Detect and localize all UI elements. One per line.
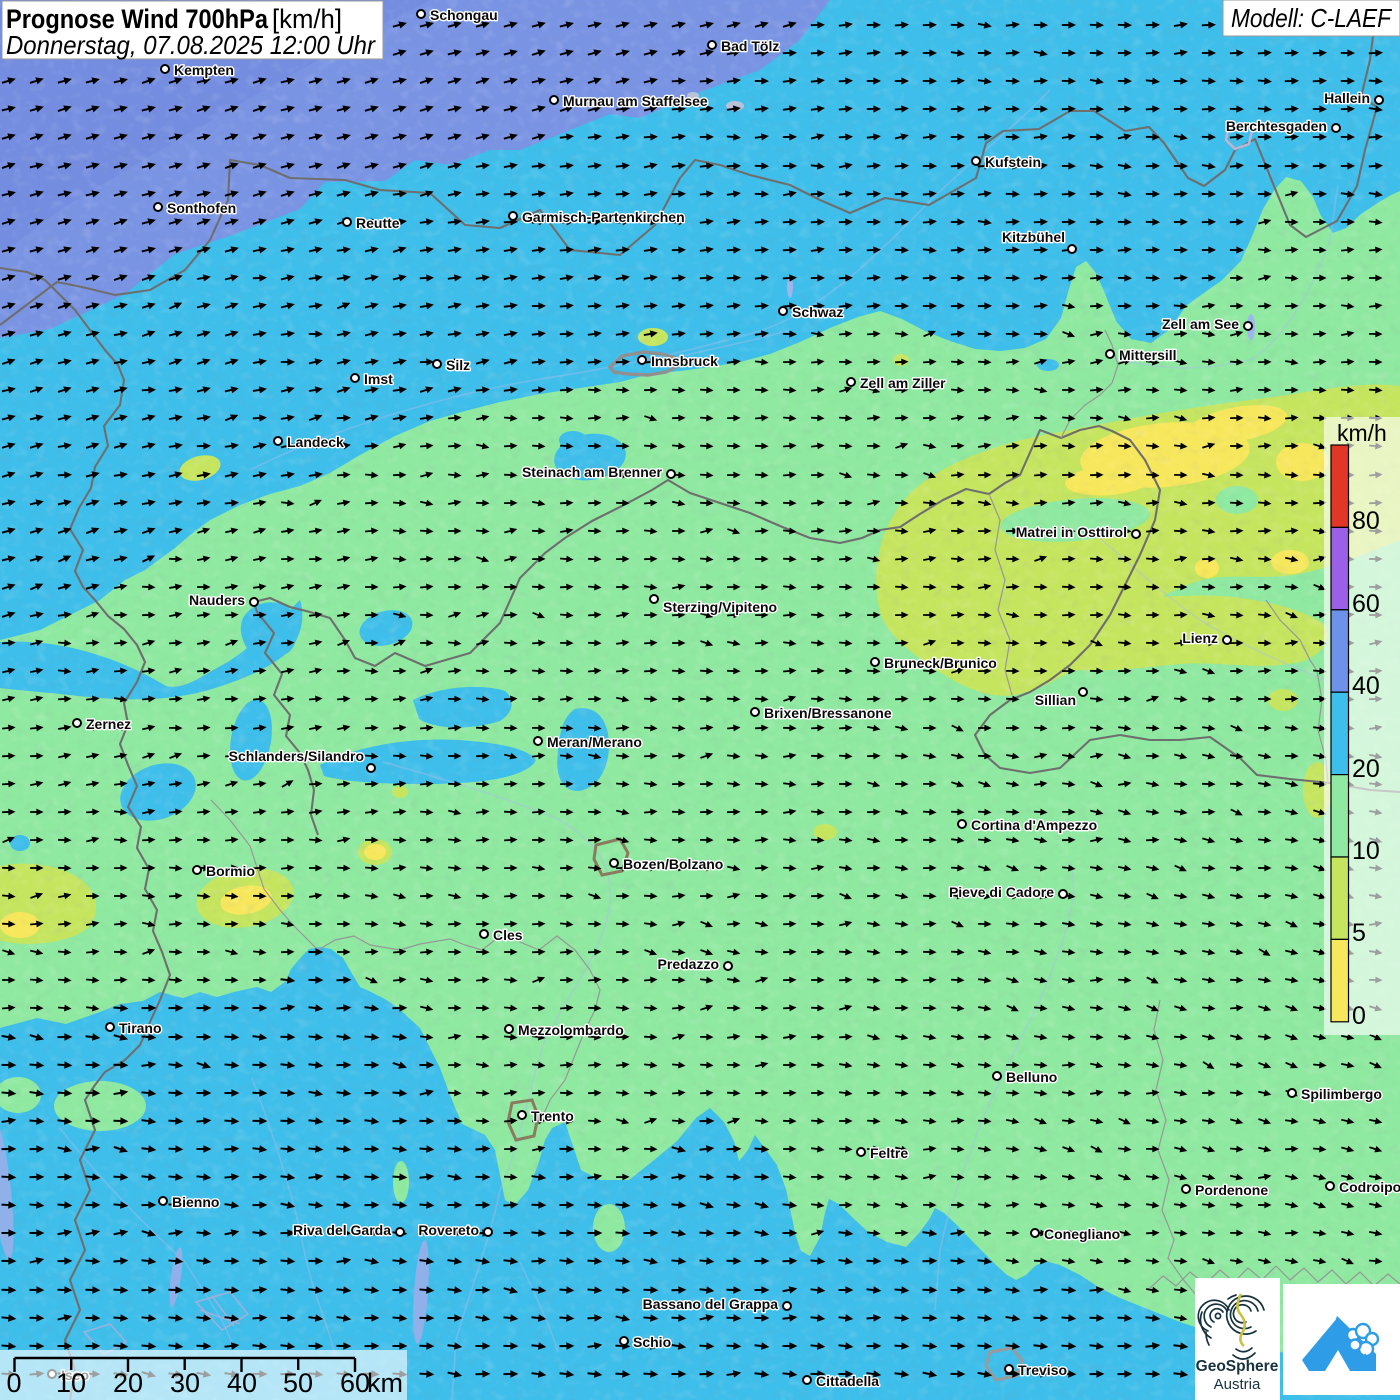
svg-text:Murnau am Staffelsee: Murnau am Staffelsee <box>563 93 708 109</box>
svg-text:Bienno: Bienno <box>172 1194 219 1210</box>
svg-text:Mittersill: Mittersill <box>1119 347 1177 363</box>
svg-text:Schongau: Schongau <box>430 7 498 23</box>
svg-text:Bruneck/Brunico: Bruneck/Brunico <box>884 655 997 671</box>
svg-text:Kufstein: Kufstein <box>985 154 1041 170</box>
svg-text:Predazzo: Predazzo <box>658 956 719 972</box>
svg-text:Sillian: Sillian <box>1035 692 1076 708</box>
svg-text:60: 60 <box>1352 590 1380 618</box>
svg-text:Imst: Imst <box>364 371 393 387</box>
svg-text:Belluno: Belluno <box>1006 1069 1057 1085</box>
svg-text:Cles: Cles <box>493 927 523 943</box>
svg-text:40: 40 <box>1352 672 1380 700</box>
svg-text:Sonthofen: Sonthofen <box>167 200 236 216</box>
svg-text:Cittadella: Cittadella <box>816 1373 879 1389</box>
svg-text:Mezzolombardo: Mezzolombardo <box>518 1022 624 1038</box>
svg-text:Rovereto: Rovereto <box>418 1222 479 1238</box>
svg-text:Conegliano: Conegliano <box>1044 1226 1120 1242</box>
svg-text:Schwaz: Schwaz <box>792 304 843 320</box>
svg-text:GeoSphere: GeoSphere <box>1196 1358 1279 1375</box>
svg-text:10: 10 <box>56 1368 86 1398</box>
svg-text:60: 60 <box>340 1368 370 1398</box>
svg-text:Pieve di Cadore: Pieve di Cadore <box>949 884 1054 900</box>
svg-text:Zell am Ziller: Zell am Ziller <box>860 375 946 391</box>
svg-text:km/h: km/h <box>1337 420 1387 446</box>
svg-text:Bormio: Bormio <box>206 863 255 879</box>
svg-text:Steinach am Brenner: Steinach am Brenner <box>522 464 663 480</box>
svg-text:km: km <box>367 1368 403 1398</box>
svg-text:20: 20 <box>1352 755 1380 783</box>
svg-text:Garmisch-Partenkirchen: Garmisch-Partenkirchen <box>522 209 685 225</box>
svg-text:Tirano: Tirano <box>119 1020 162 1036</box>
svg-text:Sterzing/Vipiteno: Sterzing/Vipiteno <box>663 599 777 615</box>
svg-text:80: 80 <box>1352 507 1380 535</box>
svg-text:Innsbruck: Innsbruck <box>651 353 718 369</box>
svg-text:40: 40 <box>227 1368 257 1398</box>
svg-text:Codroipo: Codroipo <box>1339 1179 1400 1195</box>
svg-text:Modell: C-LAEF: Modell: C-LAEF <box>1231 3 1393 33</box>
svg-text:20: 20 <box>113 1368 143 1398</box>
svg-text:Landeck: Landeck <box>287 434 344 450</box>
svg-text:Spilimbergo: Spilimbergo <box>1301 1086 1382 1102</box>
svg-text:Meran/Merano: Meran/Merano <box>547 734 642 750</box>
svg-text:Berchtesgaden: Berchtesgaden <box>1226 118 1327 134</box>
svg-text:Zell am See: Zell am See <box>1162 316 1239 332</box>
svg-text:Kitzbühel: Kitzbühel <box>1002 229 1065 245</box>
svg-text:Feltre: Feltre <box>870 1145 908 1161</box>
svg-text:Nauders: Nauders <box>189 592 245 608</box>
svg-text:Bozen/Bolzano: Bozen/Bolzano <box>623 856 723 872</box>
svg-text:Treviso: Treviso <box>1018 1362 1067 1378</box>
svg-text:50: 50 <box>283 1368 313 1398</box>
svg-text:0: 0 <box>6 1368 21 1398</box>
svg-text:Bassano del Grappa: Bassano del Grappa <box>643 1296 779 1312</box>
svg-text:0: 0 <box>1352 1002 1366 1030</box>
svg-text:Cortina d'Ampezzo: Cortina d'Ampezzo <box>971 817 1097 833</box>
svg-text:Silz: Silz <box>446 357 470 373</box>
svg-text:Lienz: Lienz <box>1182 630 1218 646</box>
svg-text:Schio: Schio <box>633 1334 671 1350</box>
svg-text:30: 30 <box>170 1368 200 1398</box>
svg-text:Reutte: Reutte <box>356 215 400 231</box>
svg-text:Donnerstag, 07.08.2025 12:00 U: Donnerstag, 07.08.2025 12:00 Uhr <box>6 30 376 60</box>
svg-text:5: 5 <box>1352 919 1366 947</box>
svg-text:Riva del Garda: Riva del Garda <box>293 1222 391 1238</box>
svg-text:Bad Tölz: Bad Tölz <box>721 38 779 54</box>
svg-text:Pordenone: Pordenone <box>1195 1182 1268 1198</box>
svg-text:Brixen/Bressanone: Brixen/Bressanone <box>764 705 892 721</box>
svg-text:Austria: Austria <box>1214 1376 1261 1393</box>
svg-text:Matrei in Osttirol: Matrei in Osttirol <box>1016 524 1127 540</box>
svg-text:Schlanders/Silandro: Schlanders/Silandro <box>229 748 364 764</box>
svg-text:Zernez: Zernez <box>86 716 131 732</box>
svg-text:10: 10 <box>1352 837 1380 865</box>
svg-text:Hallein: Hallein <box>1324 90 1370 106</box>
svg-text:Kempten: Kempten <box>174 62 234 78</box>
svg-text:Trento: Trento <box>531 1108 574 1124</box>
